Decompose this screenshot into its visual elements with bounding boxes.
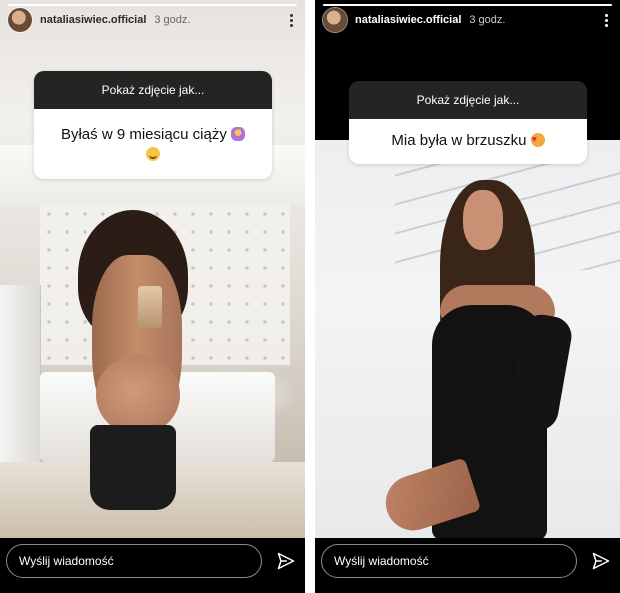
person-face [463, 190, 503, 250]
reply-placeholder: Wyślij wiadomość [19, 554, 114, 568]
more-options-icon[interactable] [600, 11, 612, 29]
question-sticker: Pokaż zdjęcie jak... Mia była w brzuszku [349, 81, 587, 164]
smiling-face-emoji-icon [146, 147, 160, 161]
more-options-icon[interactable] [285, 11, 297, 29]
story-photo [315, 140, 620, 540]
question-answer-box: Byłaś w 9 miesiącu ciąży [34, 109, 272, 179]
smiling-face-with-hearts-emoji-icon [530, 129, 545, 149]
skirt [90, 425, 176, 510]
avatar[interactable] [323, 8, 347, 32]
question-header: Pokaż zdjęcie jak... [349, 81, 587, 119]
username[interactable]: nataliasiwiec.official [40, 14, 146, 26]
reply-input[interactable]: Wyślij wiadomość [321, 544, 577, 578]
story-right: nataliasiwiec.official 3 godz. Pokaż zdj… [315, 0, 620, 593]
reply-input[interactable]: Wyślij wiadomość [6, 544, 262, 578]
reply-bar: Wyślij wiadomość [0, 538, 305, 593]
pregnant-emoji-icon [231, 127, 246, 141]
question-answer: Mia była w brzuszku [391, 132, 527, 149]
reply-placeholder: Wyślij wiadomość [334, 554, 429, 568]
story-header: nataliasiwiec.official 3 godz. [323, 8, 612, 32]
post-time: 3 godz. [154, 14, 191, 26]
question-answer-box: Mia była w brzuszku [349, 119, 587, 164]
reply-bar: Wyślij wiadomość [315, 538, 620, 593]
story-left: nataliasiwiec.official 3 godz. Pokaż zdj… [0, 0, 305, 593]
avatar[interactable] [8, 8, 32, 32]
post-time: 3 godz. [469, 14, 506, 26]
pregnant-belly [96, 355, 180, 435]
username[interactable]: nataliasiwiec.official [355, 14, 461, 26]
story-progress [8, 4, 297, 6]
send-icon[interactable] [591, 551, 611, 571]
story-header: nataliasiwiec.official 3 godz. [8, 8, 297, 32]
question-sticker: Pokaż zdjęcie jak... Byłaś w 9 miesiącu … [34, 71, 272, 179]
question-header: Pokaż zdjęcie jak... [34, 71, 272, 109]
question-answer: Byłaś w 9 miesiącu ciąży [60, 126, 227, 143]
story-progress [323, 4, 612, 6]
phone [138, 286, 162, 328]
send-icon[interactable] [276, 551, 296, 571]
